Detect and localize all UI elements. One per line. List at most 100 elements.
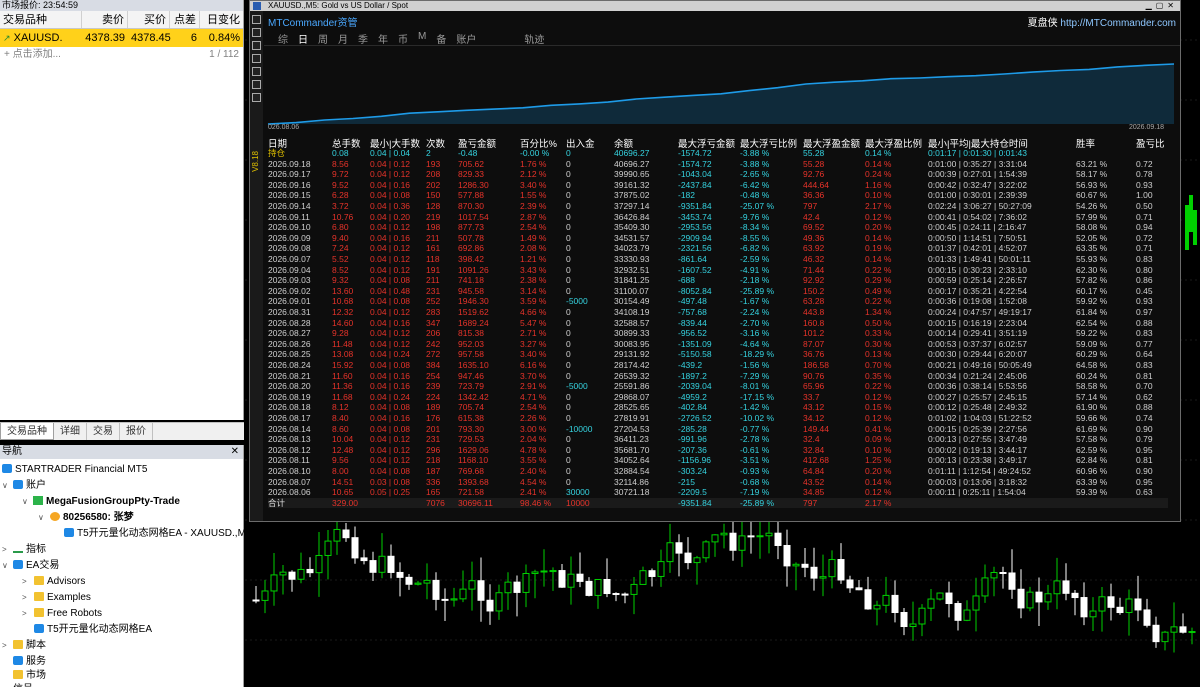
table-row[interactable]: 2026.09.14 3.72 0.04 | 0.36 128 870.30 2.39 %… [268, 201, 1168, 212]
add-symbol-link[interactable]: + 点击添加... [4, 47, 61, 62]
candle-body [576, 573, 584, 582]
table-row[interactable]: 2026.08.10 8.00 0.04 | 0.08 187 769.68 2.40 %… [268, 466, 1168, 477]
cell-balance: 26539.32 [614, 370, 650, 381]
table-row[interactable]: 2026.08.27 9.28 0.04 | 0.12 206 815.38 2.71 %… [268, 328, 1168, 339]
sidebar-button[interactable] [252, 80, 261, 89]
chevron-right-icon[interactable]: > [2, 543, 7, 557]
tab-ticks[interactable]: 报价 [120, 423, 153, 440]
nav-services[interactable]: 服务 [13, 655, 46, 669]
tab-note[interactable]: 备 [436, 31, 446, 46]
table-row[interactable]: 2026.09.11 10.76 0.04 | 0.20 219 1017.54 2.87… [268, 212, 1168, 223]
nav-ea-attached[interactable]: T5开元量化动态网格EA - XAUUSD.,M [64, 527, 246, 541]
table-row[interactable]: 2026.09.02 13.60 0.04 | 0.48 231 945.58 3.14 … [268, 286, 1168, 297]
cell-pct: 4.71 % [520, 391, 547, 402]
table-row[interactable]: 2026.08.21 11.60 0.04 | 0.16 254 947.46 3.70 … [268, 371, 1168, 382]
table-row[interactable]: 2026.08.11 9.56 0.04 | 0.12 218 1168.10 3.55 … [268, 455, 1168, 466]
nav-accounts[interactable]: 账户 [13, 479, 46, 493]
sidebar-button[interactable] [252, 93, 261, 102]
nav-indicators[interactable]: 指标 [13, 543, 46, 557]
nav-market[interactable]: 市场 [13, 669, 46, 683]
sidebar-button[interactable] [252, 54, 261, 63]
chevron-right-icon[interactable]: > [2, 639, 7, 653]
table-row[interactable]: 2026.09.15 6.28 0.04 | 0.08 150 577.88 1.55 %… [268, 190, 1168, 201]
table-row[interactable]: 2026.09.04 8.52 0.04 | 0.12 191 1091.26 3.43 … [268, 265, 1168, 276]
column-change[interactable]: 日变化 [200, 11, 243, 28]
symbol-row-xauusd[interactable]: ↗ XAUUSD. 4378.39 4378.45 6 0.84% [0, 29, 243, 47]
tab-quarterly[interactable]: 季 [358, 31, 368, 46]
table-row[interactable]: 2026.08.31 12.32 0.04 | 0.12 283 1519.62 4.66… [268, 307, 1168, 318]
table-row[interactable]: 2026.08.18 8.12 0.04 | 0.08 189 705.74 2.54 %… [268, 402, 1168, 413]
chevron-down-icon[interactable]: ∨ [2, 559, 8, 573]
table-row[interactable]: 2026.09.07 5.52 0.04 | 0.12 118 398.42 1.21 %… [268, 254, 1168, 265]
close-icon[interactable]: ✕ [231, 445, 239, 459]
chevron-down-icon[interactable]: ∨ [22, 495, 28, 509]
nav-ea-trading[interactable]: EA交易 [13, 559, 59, 573]
table-row[interactable]: 2026.08.06 10.65 0.05 | 0.25 165 721.58 2.41 … [268, 487, 1168, 498]
table-row[interactable]: 2026.09.01 10.68 0.04 | 0.08 252 1946.30 3.59… [268, 296, 1168, 307]
table-row[interactable]: 2026.08.17 8.40 0.04 | 0.16 176 615.38 2.26 %… [268, 413, 1168, 424]
table-row[interactable]: 2026.08.13 10.04 0.04 | 0.12 231 729.53 2.04 … [268, 434, 1168, 445]
candle-body [450, 598, 458, 601]
chevron-down-icon[interactable]: ∨ [38, 511, 44, 525]
column-symbol[interactable]: 交易品种 [0, 11, 82, 28]
chevron-right-icon[interactable]: > [22, 575, 27, 589]
nav-broker[interactable]: STARTRADER Financial MT5 [2, 463, 147, 477]
cell-date: 2026.08.26 [268, 338, 311, 349]
column-spread[interactable]: 点差 [170, 11, 200, 28]
table-row[interactable]: 2026.08.20 11.36 0.04 | 0.16 239 723.79 2.91 … [268, 381, 1168, 392]
table-row[interactable]: 2026.08.26 11.48 0.04 | 0.12 242 952.03 3.27 … [268, 339, 1168, 350]
cell-count: 7076 [426, 497, 445, 508]
chevron-down-icon[interactable]: ∨ [2, 479, 8, 493]
tab-trading[interactable]: 交易 [87, 423, 120, 440]
nav-scripts[interactable]: 脚本 [13, 639, 46, 653]
tab-yearly[interactable]: 年 [378, 31, 388, 46]
tab-magic[interactable]: M [418, 31, 426, 46]
sidebar-button[interactable] [252, 41, 261, 50]
holding-row[interactable]: 持仓 0.08 0.04 | 0.04 2 -0.48 -0.00 % 0 40696.27 -… [268, 148, 1168, 159]
tab-monthly[interactable]: 月 [338, 31, 348, 46]
nav-advisors[interactable]: Advisors [34, 575, 85, 589]
sidebar-button[interactable] [252, 67, 261, 76]
table-row[interactable]: 2026.09.16 9.52 0.04 | 0.16 202 1286.30 3.40 … [268, 180, 1168, 191]
site-url[interactable]: http://MTCommander.com [1060, 18, 1176, 29]
table-row[interactable]: 2026.08.19 11.68 0.04 | 0.24 224 1342.42 4.71… [268, 392, 1168, 403]
tab-weekly[interactable]: 周 [318, 31, 328, 46]
table-row[interactable]: 2026.09.08 7.24 0.04 | 0.12 161 692.86 2.08 %… [268, 243, 1168, 254]
tab-currency[interactable]: 币 [398, 31, 408, 46]
tab-details[interactable]: 详细 [54, 423, 87, 440]
nav-free-robots[interactable]: Free Robots [34, 607, 102, 621]
cell-lots: 11.60 [332, 370, 353, 381]
table-row[interactable]: 2026.09.03 9.32 0.04 | 0.08 211 741.18 2.38 %… [268, 275, 1168, 286]
tab-daily[interactable]: 日 [298, 31, 308, 46]
nav-examples[interactable]: Examples [34, 591, 91, 605]
table-row[interactable]: 2026.08.07 14.51 0.03 | 0.08 336 1393.68 4.54… [268, 477, 1168, 488]
report-site[interactable]: 夏盘侠 http://MTCommander.com [1028, 14, 1176, 29]
total-row[interactable]: 合计 329.00 7076 30696.11 98.46 % 10000 -9351.84… [268, 497, 1168, 509]
nav-signals[interactable]: 信号 [13, 683, 33, 687]
table-row[interactable]: 2026.09.18 8.56 0.04 | 0.12 193 705.62 1.76 %… [268, 159, 1168, 170]
window-controls[interactable]: ▁▢✕ [1146, 1, 1178, 11]
table-row[interactable]: 2026.08.24 15.92 0.04 | 0.08 384 1635.10 6.16… [268, 360, 1168, 371]
sidebar-button[interactable] [252, 28, 261, 37]
table-row[interactable]: 2026.08.14 8.60 0.04 | 0.08 201 793.30 3.00 %… [268, 424, 1168, 435]
nav-user[interactable]: 80256580: 张梦 [50, 511, 134, 525]
tab-symbols[interactable]: 交易品种 [0, 423, 54, 440]
table-row[interactable]: 2026.08.12 12.48 0.04 | 0.12 296 1629.06 4.78… [268, 445, 1168, 456]
chevron-right-icon[interactable]: > [22, 607, 27, 621]
column-ask[interactable]: 买价 [128, 11, 170, 28]
chevron-right-icon[interactable]: > [22, 591, 27, 605]
column-bid[interactable]: 卖价 [82, 11, 128, 28]
add-symbol-row[interactable]: + 点击添加... 1 / 112 [0, 47, 243, 62]
nav-server[interactable]: MegaFusionGroupPty-Trade [33, 495, 180, 509]
table-row[interactable]: 2026.09.09 9.40 0.04 | 0.16 211 507.78 1.49 %… [268, 233, 1168, 244]
tab-summary[interactable]: 综 [278, 31, 288, 46]
table-row[interactable]: 2026.09.10 6.80 0.04 | 0.12 198 877.73 2.54 %… [268, 222, 1168, 233]
table-row[interactable]: 2026.08.28 14.60 0.04 | 0.16 347 1689.24 5.47… [268, 318, 1168, 329]
tab-account[interactable]: 账户 [456, 31, 476, 46]
tab-track[interactable]: 轨迹 [524, 31, 544, 46]
nav-ea-item[interactable]: T5开元量化动态网格EA [34, 623, 152, 637]
table-row[interactable]: 2026.08.25 13.08 0.04 | 0.24 272 957.58 3.40 … [268, 349, 1168, 360]
sidebar-button[interactable] [252, 15, 261, 24]
cell-win: 57.99 % [1076, 211, 1108, 222]
table-row[interactable]: 2026.09.17 9.72 0.04 | 0.12 208 829.33 2.12 %… [268, 169, 1168, 180]
